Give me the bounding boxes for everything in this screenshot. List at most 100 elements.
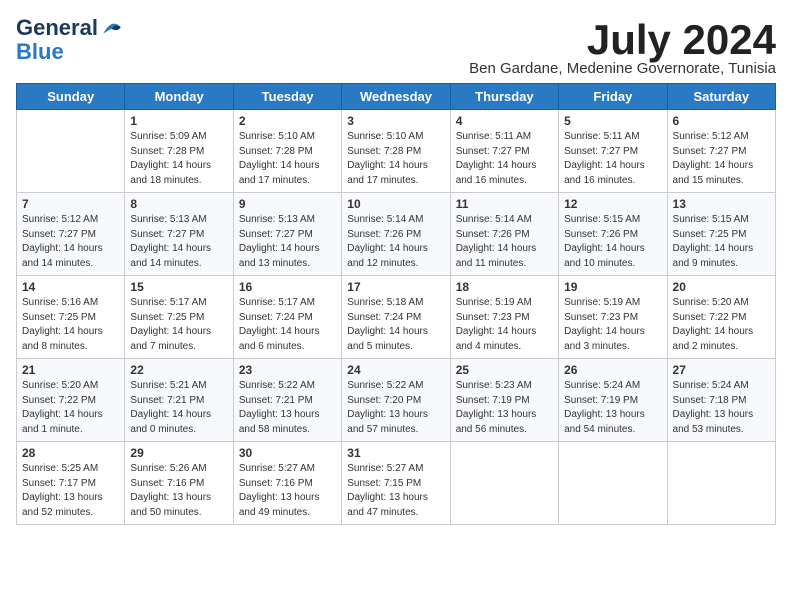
calendar-cell: 29Sunrise: 5:26 AM Sunset: 7:16 PM Dayli… <box>125 442 233 525</box>
day-info: Sunrise: 5:10 AM Sunset: 7:28 PM Dayligh… <box>239 130 336 188</box>
day-info: Sunrise: 5:15 AM Sunset: 7:26 PM Dayligh… <box>564 213 661 271</box>
calendar-cell: 1 Sunrise: 5:09 AM Sunset: 7:28 PM Daylig… <box>125 110 233 193</box>
calendar-cell: 21 Sunrise: 5:20 AM Sunset: 7:22 PM Dayli… <box>17 359 125 442</box>
day-info: Sunrise: 5:16 AM Sunset: 7:25 PM Dayligh… <box>22 296 119 354</box>
day-info: Sunrise: 5:17 AM Sunset: 7:24 PM Dayligh… <box>239 296 336 354</box>
calendar-cell: 23Sunrise: 5:22 AM Sunset: 7:21 PM Dayli… <box>233 359 341 442</box>
day-info: Sunrise: 5:14 AM Sunset: 7:26 PM Dayligh… <box>456 213 553 271</box>
day-info: Sunrise: 5:09 AM Sunset: 7:28 PM Dayligh… <box>130 130 227 188</box>
day-number: 22 <box>130 363 227 377</box>
calendar-header-row: SundayMondayTuesdayWednesdayThursdayFrid… <box>17 84 776 110</box>
header-wednesday: Wednesday <box>342 84 450 110</box>
day-number: 15 <box>130 280 227 294</box>
logo-blue: Blue <box>16 40 124 64</box>
day-number: 25 <box>456 363 553 377</box>
week-row-0: 1 Sunrise: 5:09 AM Sunset: 7:28 PM Daylig… <box>17 110 776 193</box>
day-info: Sunrise: 5:17 AM Sunset: 7:25 PM Dayligh… <box>130 296 227 354</box>
day-number: 24 <box>347 363 444 377</box>
calendar-cell: 8 Sunrise: 5:13 AM Sunset: 7:27 PM Daylig… <box>125 193 233 276</box>
day-number: 17 <box>347 280 444 294</box>
day-info: Sunrise: 5:15 AM Sunset: 7:25 PM Dayligh… <box>673 213 770 271</box>
day-info: Sunrise: 5:24 AM Sunset: 7:19 PM Dayligh… <box>564 379 661 437</box>
calendar-cell <box>559 442 667 525</box>
month-title: July 2024 <box>469 16 776 64</box>
calendar-cell: 9Sunrise: 5:13 AM Sunset: 7:27 PM Daylig… <box>233 193 341 276</box>
day-info: Sunrise: 5:19 AM Sunset: 7:23 PM Dayligh… <box>456 296 553 354</box>
day-number: 11 <box>456 197 553 211</box>
calendar-cell: 4 Sunrise: 5:11 AM Sunset: 7:27 PM Daylig… <box>450 110 558 193</box>
day-info: Sunrise: 5:11 AM Sunset: 7:27 PM Dayligh… <box>456 130 553 188</box>
calendar-cell: 22 Sunrise: 5:21 AM Sunset: 7:21 PM Dayli… <box>125 359 233 442</box>
day-number: 4 <box>456 114 553 128</box>
day-number: 21 <box>22 363 119 377</box>
day-info: Sunrise: 5:23 AM Sunset: 7:19 PM Dayligh… <box>456 379 553 437</box>
day-number: 12 <box>564 197 661 211</box>
week-row-4: 28 Sunrise: 5:25 AM Sunset: 7:17 PM Dayli… <box>17 442 776 525</box>
day-number: 14 <box>22 280 119 294</box>
day-number: 28 <box>22 446 119 460</box>
calendar-table: SundayMondayTuesdayWednesdayThursdayFrid… <box>16 83 776 525</box>
day-number: 20 <box>673 280 770 294</box>
logo-icon <box>100 16 124 40</box>
week-row-1: 7Sunrise: 5:12 AM Sunset: 7:27 PM Daylig… <box>17 193 776 276</box>
day-number: 13 <box>673 197 770 211</box>
week-row-3: 21 Sunrise: 5:20 AM Sunset: 7:22 PM Dayli… <box>17 359 776 442</box>
day-number: 8 <box>130 197 227 211</box>
calendar-cell: 28 Sunrise: 5:25 AM Sunset: 7:17 PM Dayli… <box>17 442 125 525</box>
calendar-cell: 15 Sunrise: 5:17 AM Sunset: 7:25 PM Dayli… <box>125 276 233 359</box>
calendar-cell: 30Sunrise: 5:27 AM Sunset: 7:16 PM Dayli… <box>233 442 341 525</box>
day-info: Sunrise: 5:22 AM Sunset: 7:20 PM Dayligh… <box>347 379 444 437</box>
header-thursday: Thursday <box>450 84 558 110</box>
calendar-cell: 17 Sunrise: 5:18 AM Sunset: 7:24 PM Dayli… <box>342 276 450 359</box>
day-number: 27 <box>673 363 770 377</box>
calendar-cell: 24 Sunrise: 5:22 AM Sunset: 7:20 PM Dayli… <box>342 359 450 442</box>
calendar-cell: 13 Sunrise: 5:15 AM Sunset: 7:25 PM Dayli… <box>667 193 775 276</box>
day-info: Sunrise: 5:10 AM Sunset: 7:28 PM Dayligh… <box>347 130 444 188</box>
day-info: Sunrise: 5:20 AM Sunset: 7:22 PM Dayligh… <box>673 296 770 354</box>
day-info: Sunrise: 5:13 AM Sunset: 7:27 PM Dayligh… <box>239 213 336 271</box>
day-number: 1 <box>130 114 227 128</box>
header-tuesday: Tuesday <box>233 84 341 110</box>
day-info: Sunrise: 5:21 AM Sunset: 7:21 PM Dayligh… <box>130 379 227 437</box>
calendar-cell <box>17 110 125 193</box>
header-saturday: Saturday <box>667 84 775 110</box>
day-info: Sunrise: 5:12 AM Sunset: 7:27 PM Dayligh… <box>673 130 770 188</box>
day-number: 19 <box>564 280 661 294</box>
calendar-cell: 7Sunrise: 5:12 AM Sunset: 7:27 PM Daylig… <box>17 193 125 276</box>
day-number: 31 <box>347 446 444 460</box>
day-number: 5 <box>564 114 661 128</box>
day-info: Sunrise: 5:26 AM Sunset: 7:16 PM Dayligh… <box>130 462 227 520</box>
calendar-cell: 20 Sunrise: 5:20 AM Sunset: 7:22 PM Dayli… <box>667 276 775 359</box>
day-number: 26 <box>564 363 661 377</box>
calendar-cell: 5Sunrise: 5:11 AM Sunset: 7:27 PM Daylig… <box>559 110 667 193</box>
calendar-cell: 31Sunrise: 5:27 AM Sunset: 7:15 PM Dayli… <box>342 442 450 525</box>
page-header: General Blue July 2024 Ben Gardane, Mede… <box>16 16 776 77</box>
day-number: 18 <box>456 280 553 294</box>
calendar-cell: 14 Sunrise: 5:16 AM Sunset: 7:25 PM Dayli… <box>17 276 125 359</box>
logo: General Blue <box>16 16 124 64</box>
logo-general: General <box>16 16 98 40</box>
calendar-cell: 3Sunrise: 5:10 AM Sunset: 7:28 PM Daylig… <box>342 110 450 193</box>
week-row-2: 14 Sunrise: 5:16 AM Sunset: 7:25 PM Dayli… <box>17 276 776 359</box>
calendar-cell <box>667 442 775 525</box>
day-info: Sunrise: 5:19 AM Sunset: 7:23 PM Dayligh… <box>564 296 661 354</box>
day-info: Sunrise: 5:14 AM Sunset: 7:26 PM Dayligh… <box>347 213 444 271</box>
day-number: 16 <box>239 280 336 294</box>
day-info: Sunrise: 5:25 AM Sunset: 7:17 PM Dayligh… <box>22 462 119 520</box>
calendar-cell <box>450 442 558 525</box>
calendar-cell: 26 Sunrise: 5:24 AM Sunset: 7:19 PM Dayli… <box>559 359 667 442</box>
calendar-cell: 10Sunrise: 5:14 AM Sunset: 7:26 PM Dayli… <box>342 193 450 276</box>
day-info: Sunrise: 5:22 AM Sunset: 7:21 PM Dayligh… <box>239 379 336 437</box>
day-info: Sunrise: 5:13 AM Sunset: 7:27 PM Dayligh… <box>130 213 227 271</box>
calendar-cell: 27Sunrise: 5:24 AM Sunset: 7:18 PM Dayli… <box>667 359 775 442</box>
location-title: Ben Gardane, Medenine Governorate, Tunis… <box>469 60 776 77</box>
header-sunday: Sunday <box>17 84 125 110</box>
day-info: Sunrise: 5:20 AM Sunset: 7:22 PM Dayligh… <box>22 379 119 437</box>
calendar-cell: 19 Sunrise: 5:19 AM Sunset: 7:23 PM Dayli… <box>559 276 667 359</box>
day-info: Sunrise: 5:18 AM Sunset: 7:24 PM Dayligh… <box>347 296 444 354</box>
header-friday: Friday <box>559 84 667 110</box>
title-block: July 2024 Ben Gardane, Medenine Governor… <box>469 16 776 77</box>
calendar-cell: 25 Sunrise: 5:23 AM Sunset: 7:19 PM Dayli… <box>450 359 558 442</box>
day-info: Sunrise: 5:27 AM Sunset: 7:16 PM Dayligh… <box>239 462 336 520</box>
calendar-cell: 18 Sunrise: 5:19 AM Sunset: 7:23 PM Dayli… <box>450 276 558 359</box>
